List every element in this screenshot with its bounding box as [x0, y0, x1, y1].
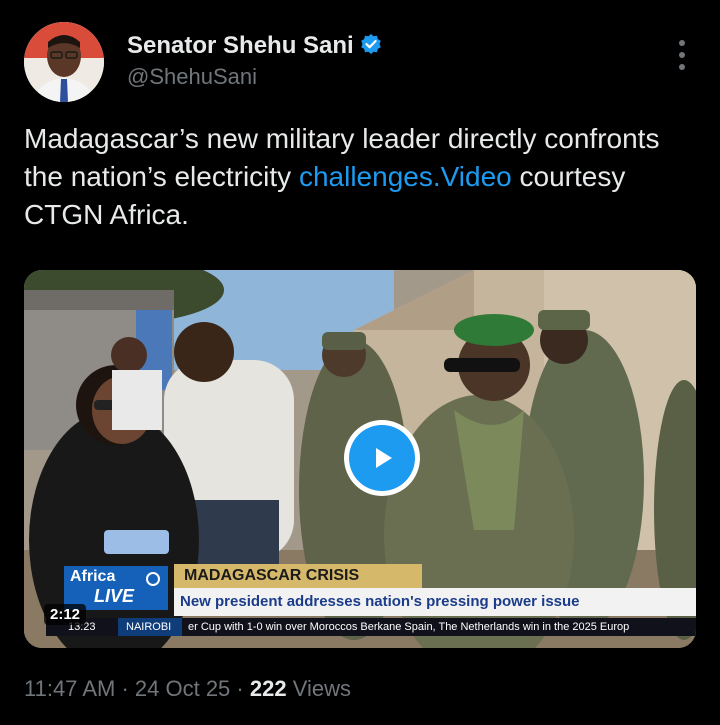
play-icon: [349, 425, 415, 491]
author-handle[interactable]: @ShehuSani: [127, 64, 257, 90]
more-options-icon[interactable]: [678, 40, 686, 70]
tweet-text: Madagascar’s new military leader directl…: [24, 120, 700, 234]
author-name[interactable]: Senator Shehu Sani: [127, 32, 354, 60]
logo-dot-icon: [146, 572, 160, 586]
tweet-date[interactable]: 24 Oct 25: [135, 676, 230, 701]
ticker-text: er Cup with 1-0 win over Moroccos Berkan…: [188, 621, 630, 633]
news-headline: New president addresses nation's pressin…: [174, 588, 696, 616]
avatar[interactable]: [24, 22, 104, 102]
tweet-meta: 11:47 AM · 24 Oct 25 · 222 Views: [24, 676, 351, 702]
video-duration: 2:12: [44, 604, 87, 625]
avatar-image: [24, 22, 104, 102]
meta-separator: ·: [121, 676, 129, 701]
news-ticker: 13:23 NAIROBI er Cup with 1-0 win over Mor…: [46, 618, 696, 636]
author-name-row[interactable]: Senator Shehu Sani: [127, 32, 382, 60]
meta-separator: ·: [236, 676, 244, 701]
tweet-link[interactable]: challenges.Video: [299, 161, 512, 192]
news-banner: MADAGASCAR CRISIS: [174, 564, 422, 588]
logo-text-live: LIVE: [94, 586, 135, 606]
tweet-time[interactable]: 11:47 AM: [24, 676, 115, 701]
video-player[interactable]: Africa LIVE MADAGASCAR CRISIS New presid…: [24, 270, 696, 648]
news-lower-third: Africa LIVE MADAGASCAR CRISIS New presid…: [24, 562, 696, 648]
play-button[interactable]: [344, 420, 420, 496]
views-label[interactable]: Views: [293, 676, 351, 701]
views-count[interactable]: 222: [250, 676, 287, 701]
ticker-city: NAIROBI: [118, 618, 182, 636]
verified-badge-icon: [360, 33, 382, 60]
logo-text-africa: Africa: [70, 568, 116, 585]
